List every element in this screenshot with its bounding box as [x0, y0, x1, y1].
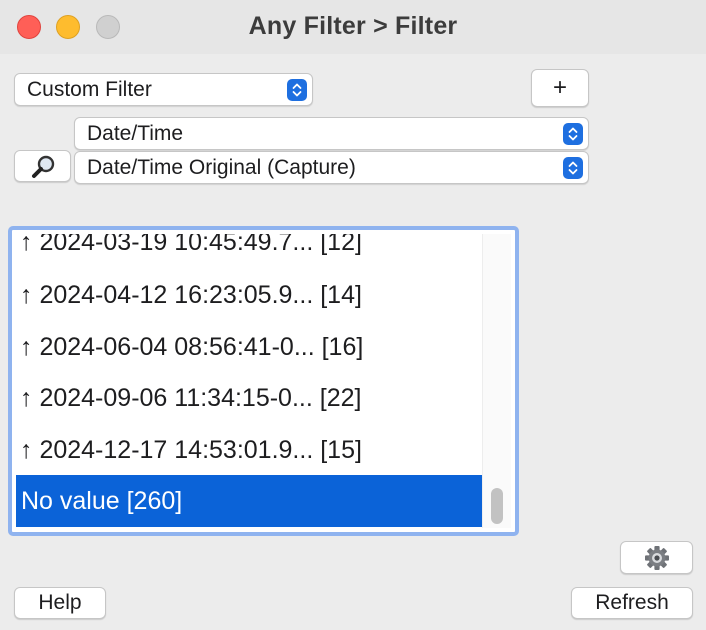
filter-type-select[interactable]: Custom Filter	[14, 73, 313, 106]
add-filter-button[interactable]: +	[531, 69, 589, 107]
magnifier-icon	[30, 154, 58, 186]
list-item[interactable]: ↑ 2024-12-17 14:53:01.9... [15]	[16, 424, 482, 476]
help-button[interactable]: Help	[14, 587, 106, 619]
refresh-button[interactable]: Refresh	[571, 587, 693, 619]
chevron-updown-icon	[563, 157, 583, 179]
list-item[interactable]: ↑ 2024-03-19 10:45:49.7... [12]	[16, 234, 482, 268]
list-scrollbar[interactable]	[482, 234, 511, 528]
list-item[interactable]: ↑ 2024-04-12 16:23:05.9... [14]	[16, 269, 482, 321]
list-item[interactable]: ↑ 2024-09-06 11:34:15-0... [22]	[16, 372, 482, 424]
value-list[interactable]: ↑ 2024-03-19 10:45:49.7... [12] ↑ 2024-0…	[8, 226, 519, 536]
field-select[interactable]: Date/Time Original (Capture)	[74, 151, 589, 184]
value-list-content: ↑ 2024-03-19 10:45:49.7... [12] ↑ 2024-0…	[16, 234, 511, 528]
title-bar: Any Filter > Filter	[0, 0, 706, 54]
chevron-updown-icon	[287, 79, 307, 101]
list-item-selected[interactable]: No value [260]	[16, 475, 482, 527]
field-label: Date/Time Original (Capture)	[87, 156, 356, 179]
filter-type-label: Custom Filter	[27, 78, 152, 101]
scrollbar-thumb[interactable]	[491, 488, 503, 524]
category-select[interactable]: Date/Time	[74, 117, 589, 150]
window-title: Any Filter > Filter	[248, 12, 458, 40]
search-button[interactable]	[14, 150, 71, 182]
category-label: Date/Time	[87, 122, 184, 145]
settings-button[interactable]	[620, 541, 693, 574]
chevron-updown-icon	[563, 123, 583, 145]
list-item[interactable]: ↑ 2024-06-04 08:56:41-0... [16]	[16, 321, 482, 373]
gear-icon	[643, 544, 671, 578]
